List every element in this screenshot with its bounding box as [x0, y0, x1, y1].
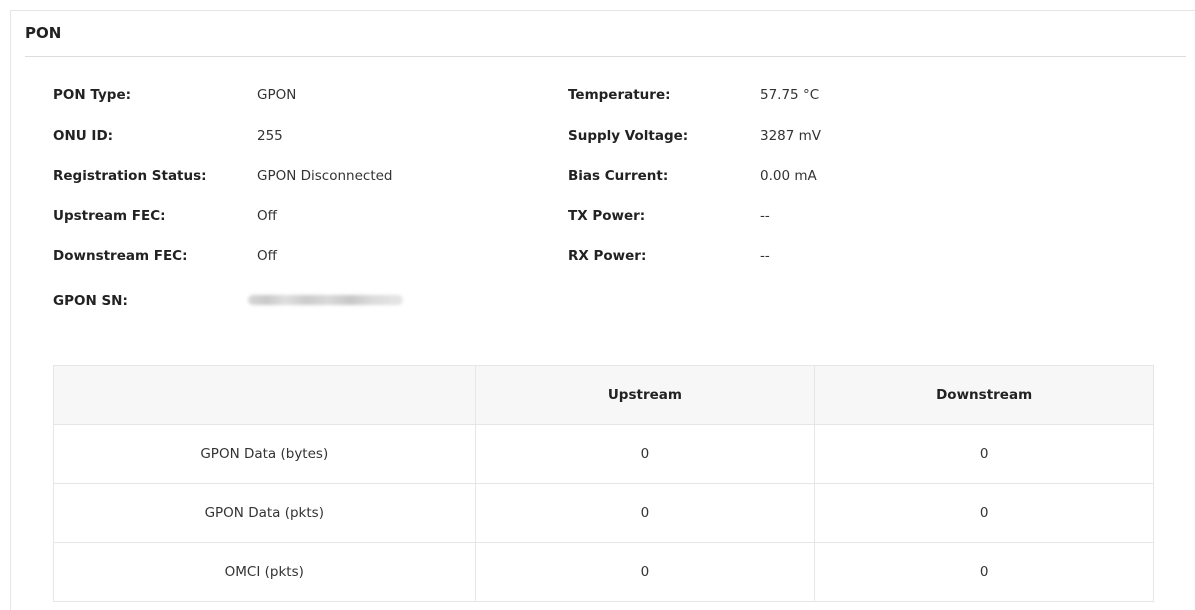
header-upstream: Upstream: [474, 365, 816, 425]
table-row: GPON Data (bytes) 0 0: [53, 424, 1154, 484]
tx-power-label: TX Power:: [568, 208, 646, 224]
tx-power-value: --: [760, 208, 770, 224]
supply-voltage-value: 3287 mV: [760, 128, 822, 144]
gpon-sn-label: GPON SN:: [53, 293, 128, 309]
temperature-value: 57.75 °C: [760, 87, 820, 103]
row-label: GPON Data (pkts): [53, 483, 476, 543]
registration-status-label: Registration Status:: [53, 168, 207, 184]
row-label: OMCI (pkts): [53, 542, 476, 602]
gpon-sn-redacted-value: [248, 295, 403, 305]
table-row: GPON Data (pkts) 0 0: [53, 483, 1154, 543]
table-header-row: Upstream Downstream: [53, 365, 1154, 425]
upstream-cell: 0: [474, 483, 816, 543]
downstream-cell: 0: [814, 424, 1154, 484]
registration-status-value: GPON Disconnected: [257, 168, 393, 184]
pon-type-value: GPON: [257, 87, 297, 103]
upstream-cell: 0: [474, 542, 816, 602]
panel-title: PON: [25, 24, 62, 42]
temperature-label: Temperature:: [568, 87, 671, 103]
onu-id-label: ONU ID:: [53, 128, 114, 144]
header-blank: [53, 365, 476, 425]
upstream-fec-value: Off: [257, 208, 277, 224]
rx-power-value: --: [760, 248, 770, 264]
downstream-cell: 0: [814, 542, 1154, 602]
onu-id-value: 255: [257, 128, 283, 144]
supply-voltage-label: Supply Voltage:: [568, 128, 689, 144]
title-divider: [25, 56, 1186, 57]
row-label: GPON Data (bytes): [53, 424, 476, 484]
rx-power-label: RX Power:: [568, 248, 647, 264]
pon-type-label: PON Type:: [53, 87, 131, 103]
bias-current-value: 0.00 mA: [760, 168, 817, 184]
table-row: OMCI (pkts) 0 0: [53, 542, 1154, 602]
downstream-fec-value: Off: [257, 248, 277, 264]
downstream-cell: 0: [814, 483, 1154, 543]
bias-current-label: Bias Current:: [568, 168, 669, 184]
header-downstream: Downstream: [814, 365, 1154, 425]
upstream-fec-label: Upstream FEC:: [53, 208, 166, 224]
traffic-stats-table: Upstream Downstream GPON Data (bytes) 0 …: [53, 365, 1154, 602]
upstream-cell: 0: [474, 424, 816, 484]
downstream-fec-label: Downstream FEC:: [53, 248, 188, 264]
